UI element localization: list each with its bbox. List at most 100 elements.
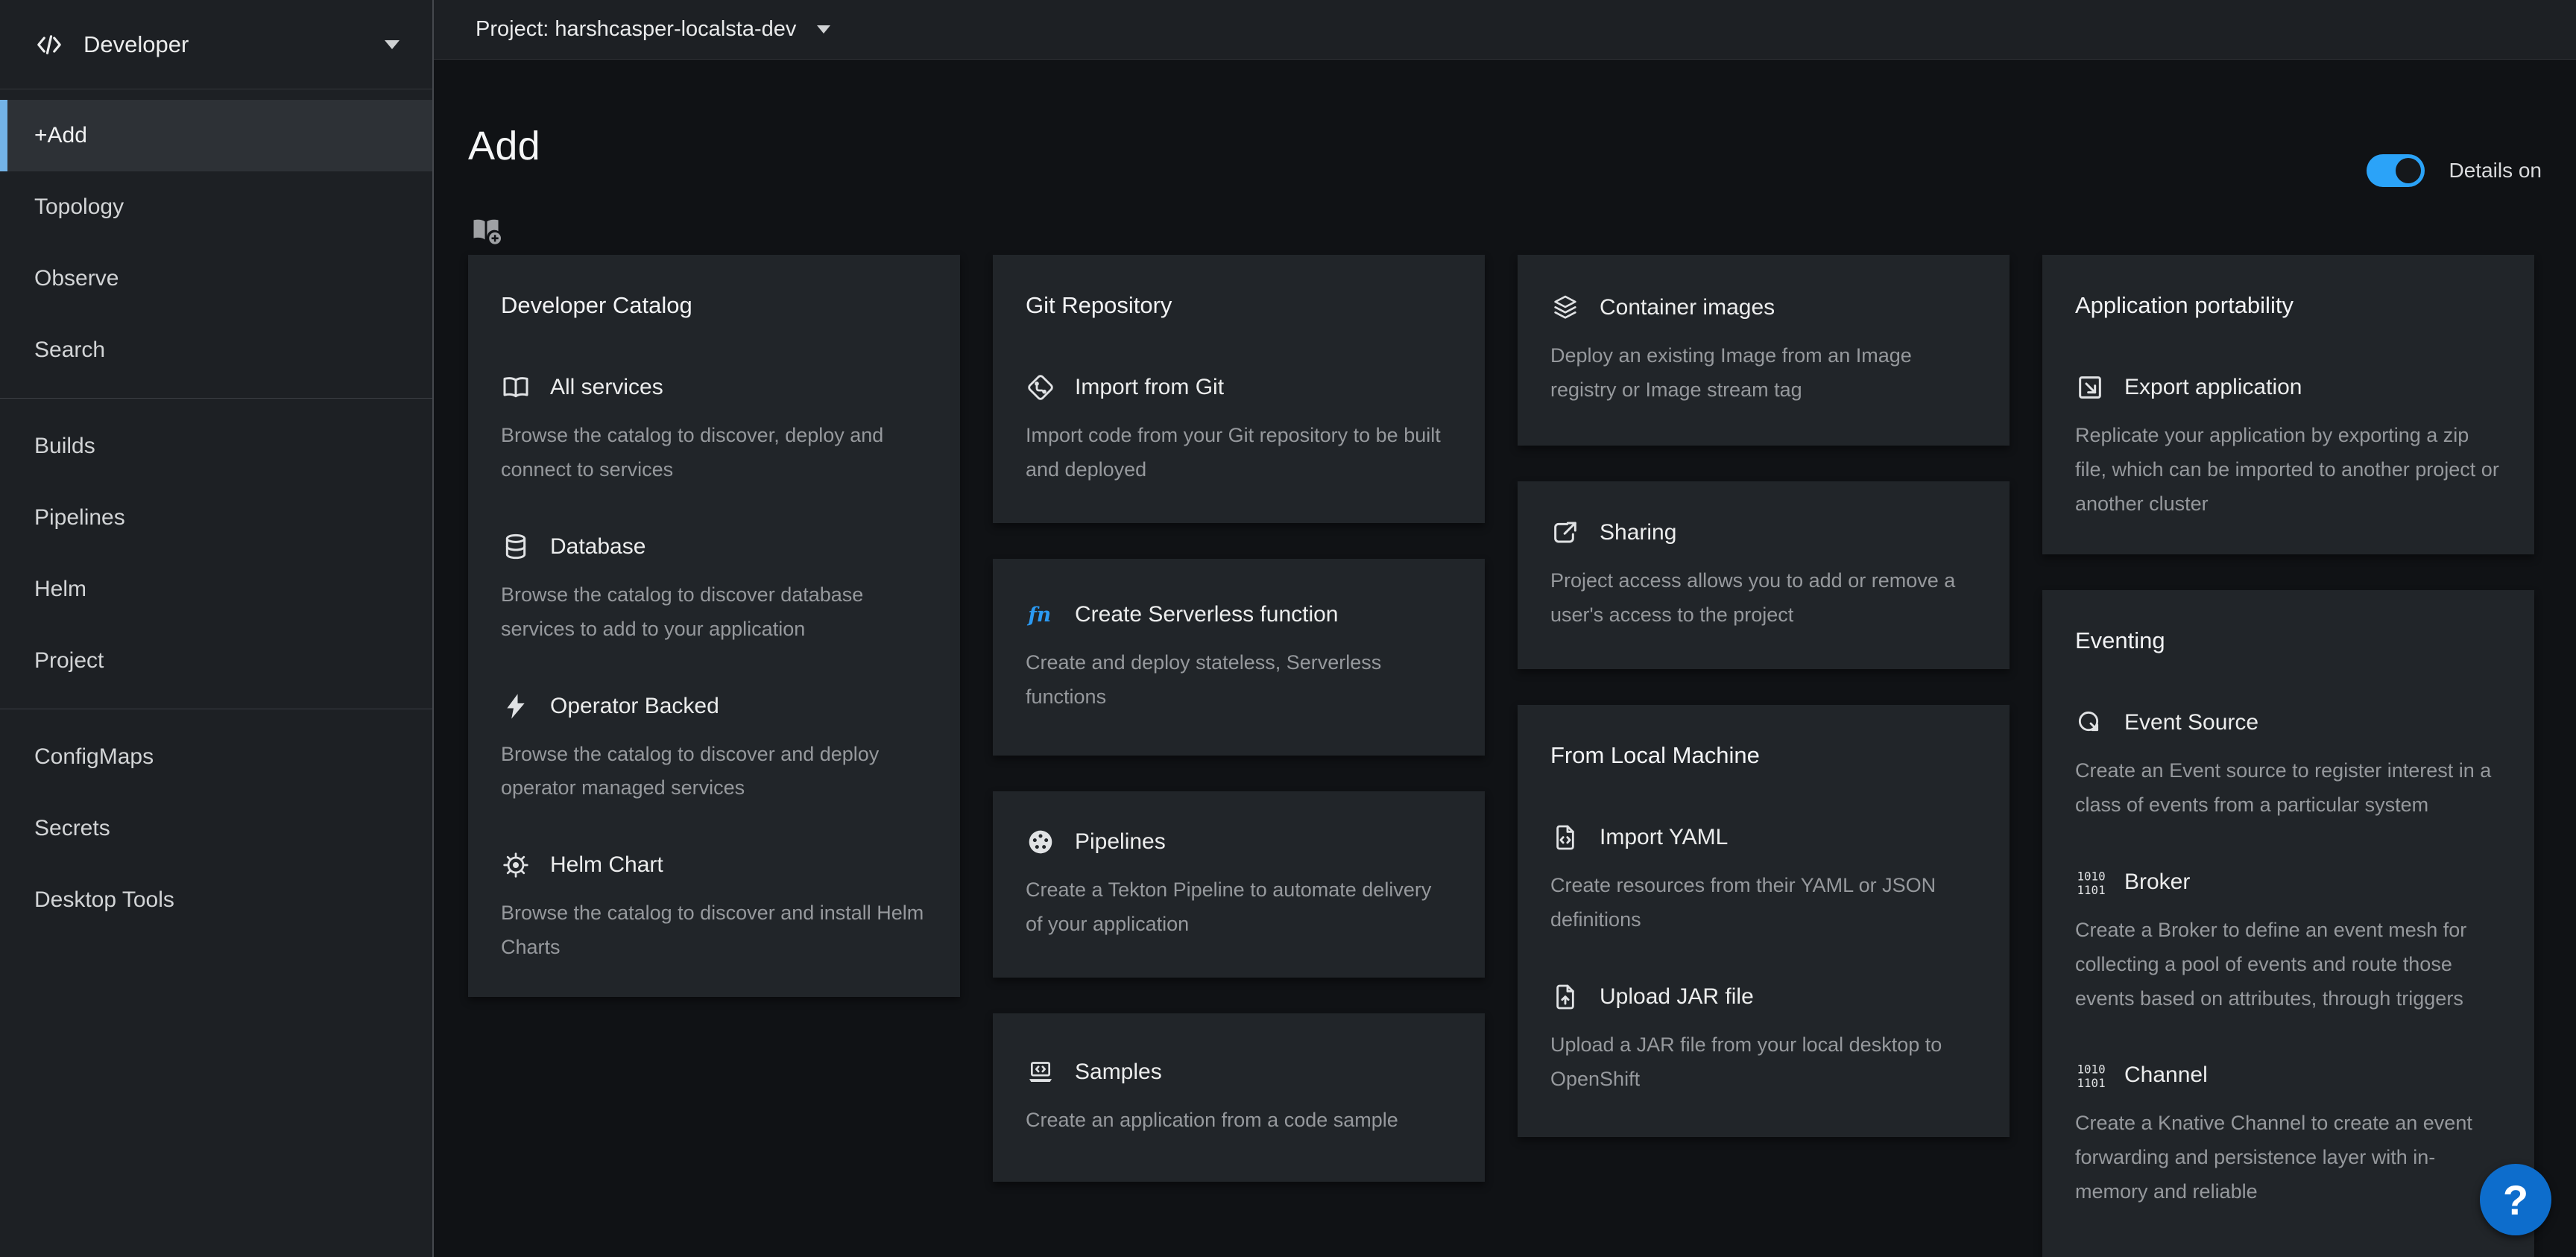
card-title: From Local Machine bbox=[1550, 742, 1977, 769]
card-from-local-machine[interactable]: From Local Machine Import YAMLCreate reso… bbox=[1518, 705, 2010, 1137]
item-header: Operator Backed bbox=[501, 691, 927, 721]
upload-jar-icon bbox=[1550, 982, 1580, 1012]
item-description: Create a Tekton Pipeline to automate del… bbox=[1026, 873, 1452, 942]
svg-text:1010: 1010 bbox=[2077, 1063, 2106, 1077]
project-selector[interactable]: Project: harshcasper-localsta-dev bbox=[434, 0, 2576, 60]
item-header: Upload JAR file bbox=[1550, 982, 1977, 1012]
item-header: 10101101Channel bbox=[2075, 1060, 2501, 1090]
add-item-export-application[interactable]: Export application Replicate your applica… bbox=[2075, 373, 2501, 522]
card-eventing[interactable]: Eventing Event Source Create an Event sour… bbox=[2042, 590, 2534, 1257]
git-icon bbox=[1026, 373, 1055, 402]
add-item-database[interactable]: DatabaseBrowse the catalog to discover d… bbox=[501, 532, 927, 647]
item-header: Helm Chart bbox=[501, 850, 927, 880]
code-icon bbox=[33, 31, 66, 58]
item-header: Container images bbox=[1550, 293, 1977, 323]
item-description: Upload a JAR file from your local deskto… bbox=[1550, 1028, 1977, 1097]
channel-icon: 10101101 bbox=[2075, 1060, 2105, 1090]
item-label: Pipelines bbox=[1075, 829, 1166, 855]
event-source-icon bbox=[2075, 708, 2105, 738]
item-header: Pipelines bbox=[1026, 827, 1452, 857]
add-item-create-serverless-function[interactable]: fn Create Serverless function Create and d… bbox=[1026, 600, 1452, 715]
add-item-broker[interactable]: 10101101 Broker Create a Broker to define … bbox=[2075, 867, 2501, 1016]
sidebar-item-observe[interactable]: Observe bbox=[0, 243, 432, 314]
card-title: Developer Catalog bbox=[501, 292, 927, 319]
item-description: Create a Knative Channel to create an ev… bbox=[2075, 1106, 2501, 1209]
item-label: Helm Chart bbox=[550, 852, 663, 878]
item-description: Create an Event source to register inter… bbox=[2075, 754, 2501, 823]
sidebar-item-topology[interactable]: Topology bbox=[0, 171, 432, 243]
item-label: Operator Backed bbox=[550, 694, 719, 719]
perspective-label: Developer bbox=[83, 31, 189, 58]
help-button[interactable]: ? bbox=[2480, 1164, 2551, 1235]
book-plus-icon[interactable] bbox=[468, 214, 504, 247]
page-title: Add bbox=[468, 123, 2576, 169]
add-item-all-services[interactable]: All servicesBrowse the catalog to discov… bbox=[501, 373, 927, 487]
item-header: Event Source bbox=[2075, 708, 2501, 738]
item-label: Create Serverless function bbox=[1075, 602, 1339, 627]
sidebar-item-configmaps[interactable]: ConfigMaps bbox=[0, 721, 432, 793]
item-header: Export application bbox=[2075, 373, 2501, 402]
sidebar-item-secrets[interactable]: Secrets bbox=[0, 793, 432, 864]
add-item-import-from-git[interactable]: Import from GitImport code from your Git… bbox=[1026, 373, 1452, 487]
add-item-upload-jar-file[interactable]: Upload JAR file Upload a JAR file from yo… bbox=[1550, 982, 1977, 1097]
add-item-operator-backed[interactable]: Operator Backed Browse the catalog to dis… bbox=[501, 691, 927, 806]
add-item-pipelines[interactable]: Pipelines Create a Tekton Pipeline to aut… bbox=[1026, 827, 1452, 942]
sidebar-item-add[interactable]: +Add bbox=[0, 100, 432, 171]
item-label: Upload JAR file bbox=[1600, 984, 1754, 1010]
chevron-down-icon bbox=[817, 25, 830, 34]
item-header: Import YAML bbox=[1550, 823, 1977, 852]
serverless-fn-icon: fn bbox=[1026, 600, 1055, 630]
perspective-switcher[interactable]: Developer bbox=[0, 0, 432, 89]
card-developer-catalog[interactable]: Developer CatalogAll servicesBrowse the … bbox=[468, 255, 960, 997]
project-selector-label: Project: harshcasper-localsta-dev bbox=[476, 17, 796, 42]
chevron-down-icon bbox=[385, 40, 400, 49]
sidebar-item-search[interactable]: Search bbox=[0, 314, 432, 386]
card-samples[interactable]: SamplesCreate an application from a code… bbox=[993, 1013, 1485, 1182]
item-description: Replicate your application by exporting … bbox=[2075, 419, 2501, 522]
card-title: Application portability bbox=[2075, 292, 2501, 319]
item-header: Sharing bbox=[1550, 518, 1977, 548]
card-serverless-function[interactable]: fn Create Serverless function Create and d… bbox=[993, 559, 1485, 756]
card-title: Eventing bbox=[2075, 627, 2501, 654]
item-label: Container images bbox=[1600, 295, 1775, 320]
add-item-channel[interactable]: 10101101Channel Create a Knative Channel … bbox=[2075, 1060, 2501, 1209]
add-item-sharing[interactable]: Sharing Project access allows you to add … bbox=[1550, 518, 1977, 633]
card-pipelines[interactable]: Pipelines Create a Tekton Pipeline to aut… bbox=[993, 791, 1485, 978]
import-yaml-icon bbox=[1550, 823, 1580, 852]
add-item-samples[interactable]: SamplesCreate an application from a code… bbox=[1026, 1057, 1452, 1138]
item-header: All services bbox=[501, 373, 927, 402]
item-description: Project access allows you to add or remo… bbox=[1550, 564, 1977, 633]
sidebar-item-helm[interactable]: Helm bbox=[0, 554, 432, 625]
details-toggle[interactable] bbox=[2367, 154, 2425, 187]
svg-text:1101: 1101 bbox=[2077, 1076, 2106, 1090]
item-description: Browse the catalog to discover and insta… bbox=[501, 896, 927, 965]
database-icon bbox=[501, 532, 531, 562]
sidebar-item-builds[interactable]: Builds bbox=[0, 411, 432, 482]
catalog-icon bbox=[501, 373, 531, 402]
card-column: Git Repository Import from GitImport code… bbox=[993, 255, 1485, 1182]
pipelines-icon bbox=[1026, 827, 1055, 857]
add-page: Add Details on Developer CatalogAll serv… bbox=[434, 60, 2576, 1257]
item-label: Broker bbox=[2124, 870, 2190, 895]
card-application-portability[interactable]: Application portability Export applicatio… bbox=[2042, 255, 2534, 554]
sidebar-item-pipelines[interactable]: Pipelines bbox=[0, 482, 432, 554]
svg-text:fn: fn bbox=[1026, 604, 1051, 627]
card-title: Git Repository bbox=[1026, 292, 1452, 319]
svg-text:1101: 1101 bbox=[2077, 883, 2106, 897]
add-item-import-yaml[interactable]: Import YAMLCreate resources from their Y… bbox=[1550, 823, 1977, 937]
broker-icon: 10101101 bbox=[2075, 867, 2105, 897]
card-sharing[interactable]: Sharing Project access allows you to add … bbox=[1518, 481, 2010, 669]
sidebar-item-project[interactable]: Project bbox=[0, 625, 432, 697]
card-container-images[interactable]: Container imagesDeploy an existing Image… bbox=[1518, 255, 2010, 446]
item-label: Export application bbox=[2124, 375, 2302, 400]
item-description: Create and deploy stateless, Serverless … bbox=[1026, 646, 1452, 715]
add-item-container-images[interactable]: Container imagesDeploy an existing Image… bbox=[1550, 293, 1977, 408]
item-description: Browse the catalog to discover and deplo… bbox=[501, 738, 927, 806]
add-item-event-source[interactable]: Event Source Create an Event source to re… bbox=[2075, 708, 2501, 823]
card-git-repository[interactable]: Git Repository Import from GitImport code… bbox=[993, 255, 1485, 523]
item-description: Create a Broker to define an event mesh … bbox=[2075, 914, 2501, 1016]
sidebar-item-desktop-tools[interactable]: Desktop Tools bbox=[0, 864, 432, 936]
add-item-helm-chart[interactable]: Helm Chart Browse the catalog to discover… bbox=[501, 850, 927, 965]
item-header: Samples bbox=[1026, 1057, 1452, 1087]
item-label: Import from Git bbox=[1075, 375, 1224, 400]
